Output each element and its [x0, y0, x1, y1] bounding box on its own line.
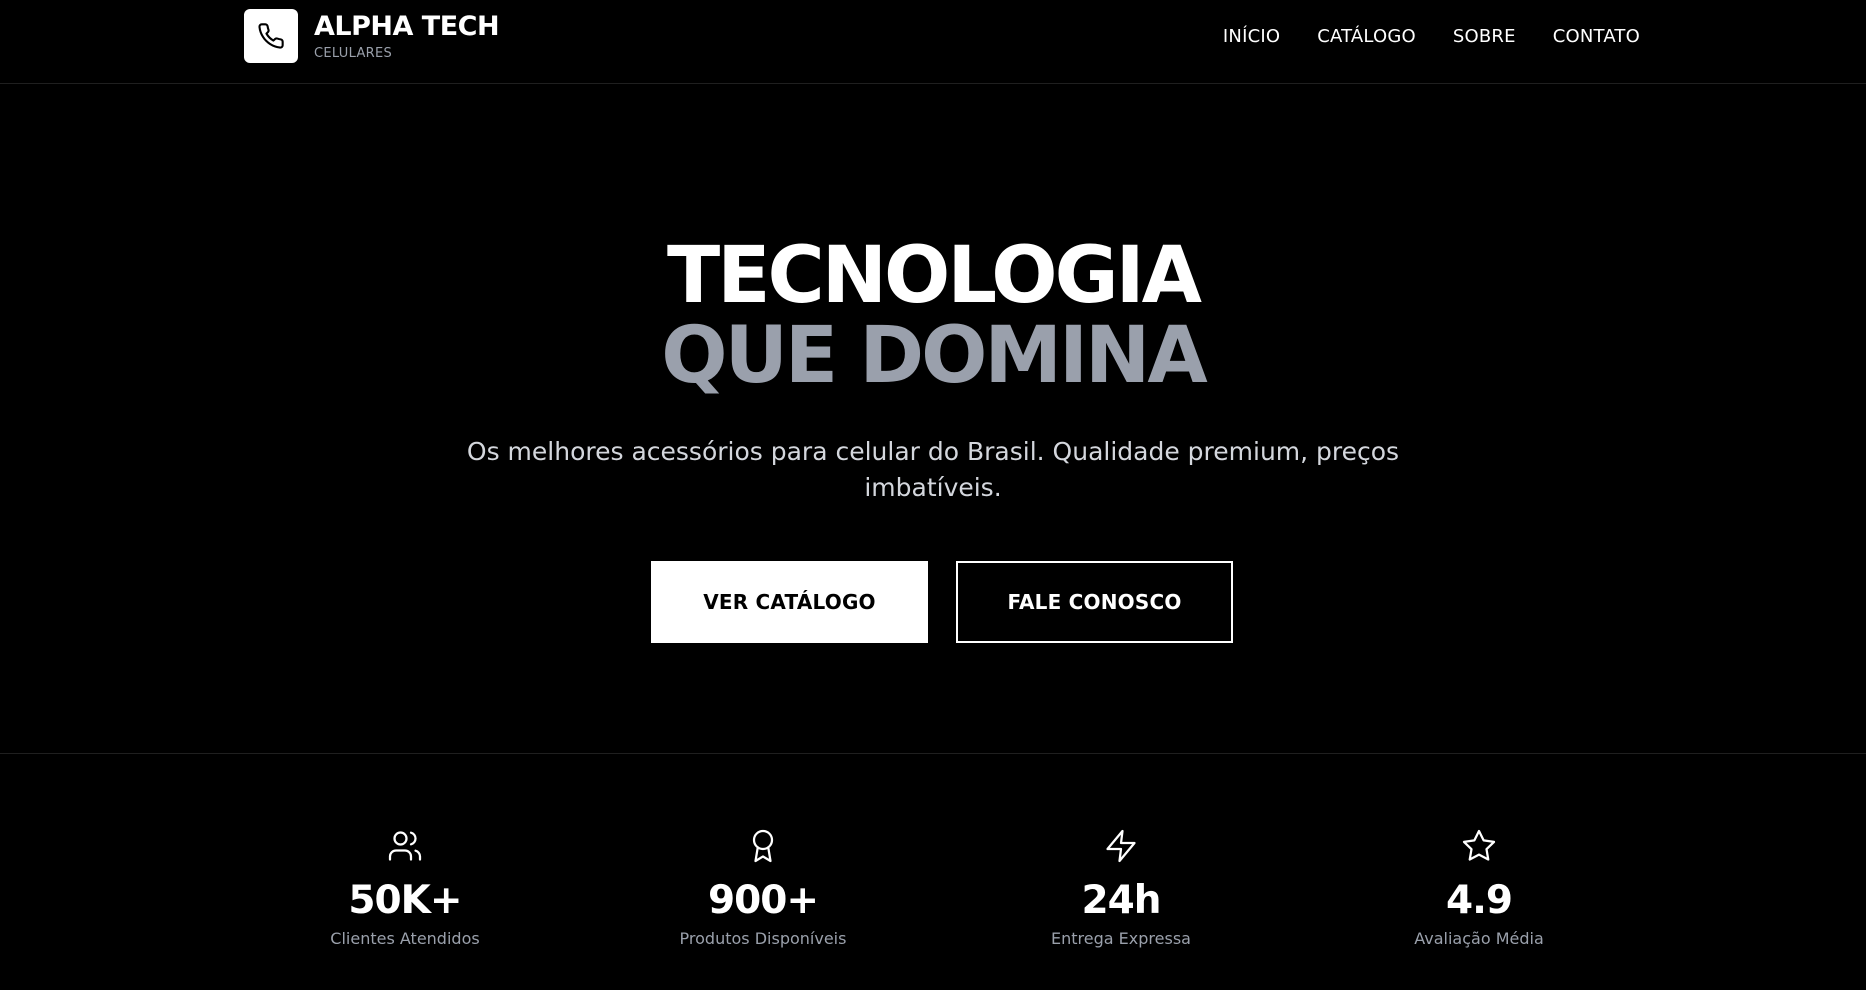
stat-label: Clientes Atendidos: [330, 929, 480, 948]
stat-value: 900+: [707, 878, 819, 923]
stat-label: Produtos Disponíveis: [679, 929, 847, 948]
contact-us-button[interactable]: FALE CONOSCO: [956, 561, 1233, 643]
stats-section: 50K+ Clientes Atendidos 900+ Produtos Di…: [0, 754, 1866, 990]
view-catalog-button[interactable]: VER CATÁLOGO: [651, 561, 928, 643]
stat-label: Entrega Expressa: [1051, 929, 1191, 948]
stat-item-customers: 50K+ Clientes Atendidos: [255, 828, 555, 949]
nav-link-inicio[interactable]: INÍCIO: [1223, 25, 1280, 49]
site-header: ALPHA TECH CELULARES INÍCIO CATÁLOGO SOB…: [0, 0, 1866, 84]
stat-value: 4.9: [1445, 878, 1513, 923]
lightning-icon: [1106, 829, 1136, 863]
brand-text: ALPHA TECH CELULARES: [314, 11, 500, 62]
award-icon: [752, 829, 774, 863]
phone-icon: [258, 23, 284, 49]
hero-title-line-1: TECNOLOGIA: [667, 231, 1202, 321]
nav-link-contato[interactable]: CONTATO: [1553, 25, 1640, 49]
hero-actions: VER CATÁLOGO FALE CONOSCO: [651, 561, 1233, 643]
hero-title: TECNOLOGIA QUE DOMINA: [0, 236, 1866, 396]
stat-item-rating: 4.9 Avaliação Média: [1329, 828, 1629, 949]
star-icon: [1462, 829, 1496, 861]
hero-section: TECNOLOGIA QUE DOMINA Os melhores acessó…: [0, 84, 1866, 754]
users-icon: [388, 831, 422, 861]
nav-link-sobre[interactable]: SOBRE: [1453, 25, 1516, 49]
nav-link-catalogo[interactable]: CATÁLOGO: [1317, 25, 1416, 49]
stat-value: 50K+: [348, 878, 462, 923]
stat-value: 24h: [1081, 878, 1161, 923]
stat-item-delivery: 24h Entrega Expressa: [971, 828, 1271, 949]
stat-item-products: 900+ Produtos Disponíveis: [613, 828, 913, 949]
brand-name: ALPHA TECH: [314, 11, 500, 42]
main-nav: INÍCIO CATÁLOGO SOBRE CONTATO: [1223, 25, 1640, 49]
logo-badge: [244, 9, 298, 63]
brand-subtitle: CELULARES: [314, 46, 393, 61]
hero-subtitle: Os melhores acessórios para celular do B…: [466, 437, 1400, 502]
stat-label: Avaliação Média: [1414, 929, 1544, 948]
hero-title-line-2: QUE DOMINA: [661, 311, 1207, 401]
brand-logo-link[interactable]: ALPHA TECH CELULARES: [244, 9, 500, 63]
